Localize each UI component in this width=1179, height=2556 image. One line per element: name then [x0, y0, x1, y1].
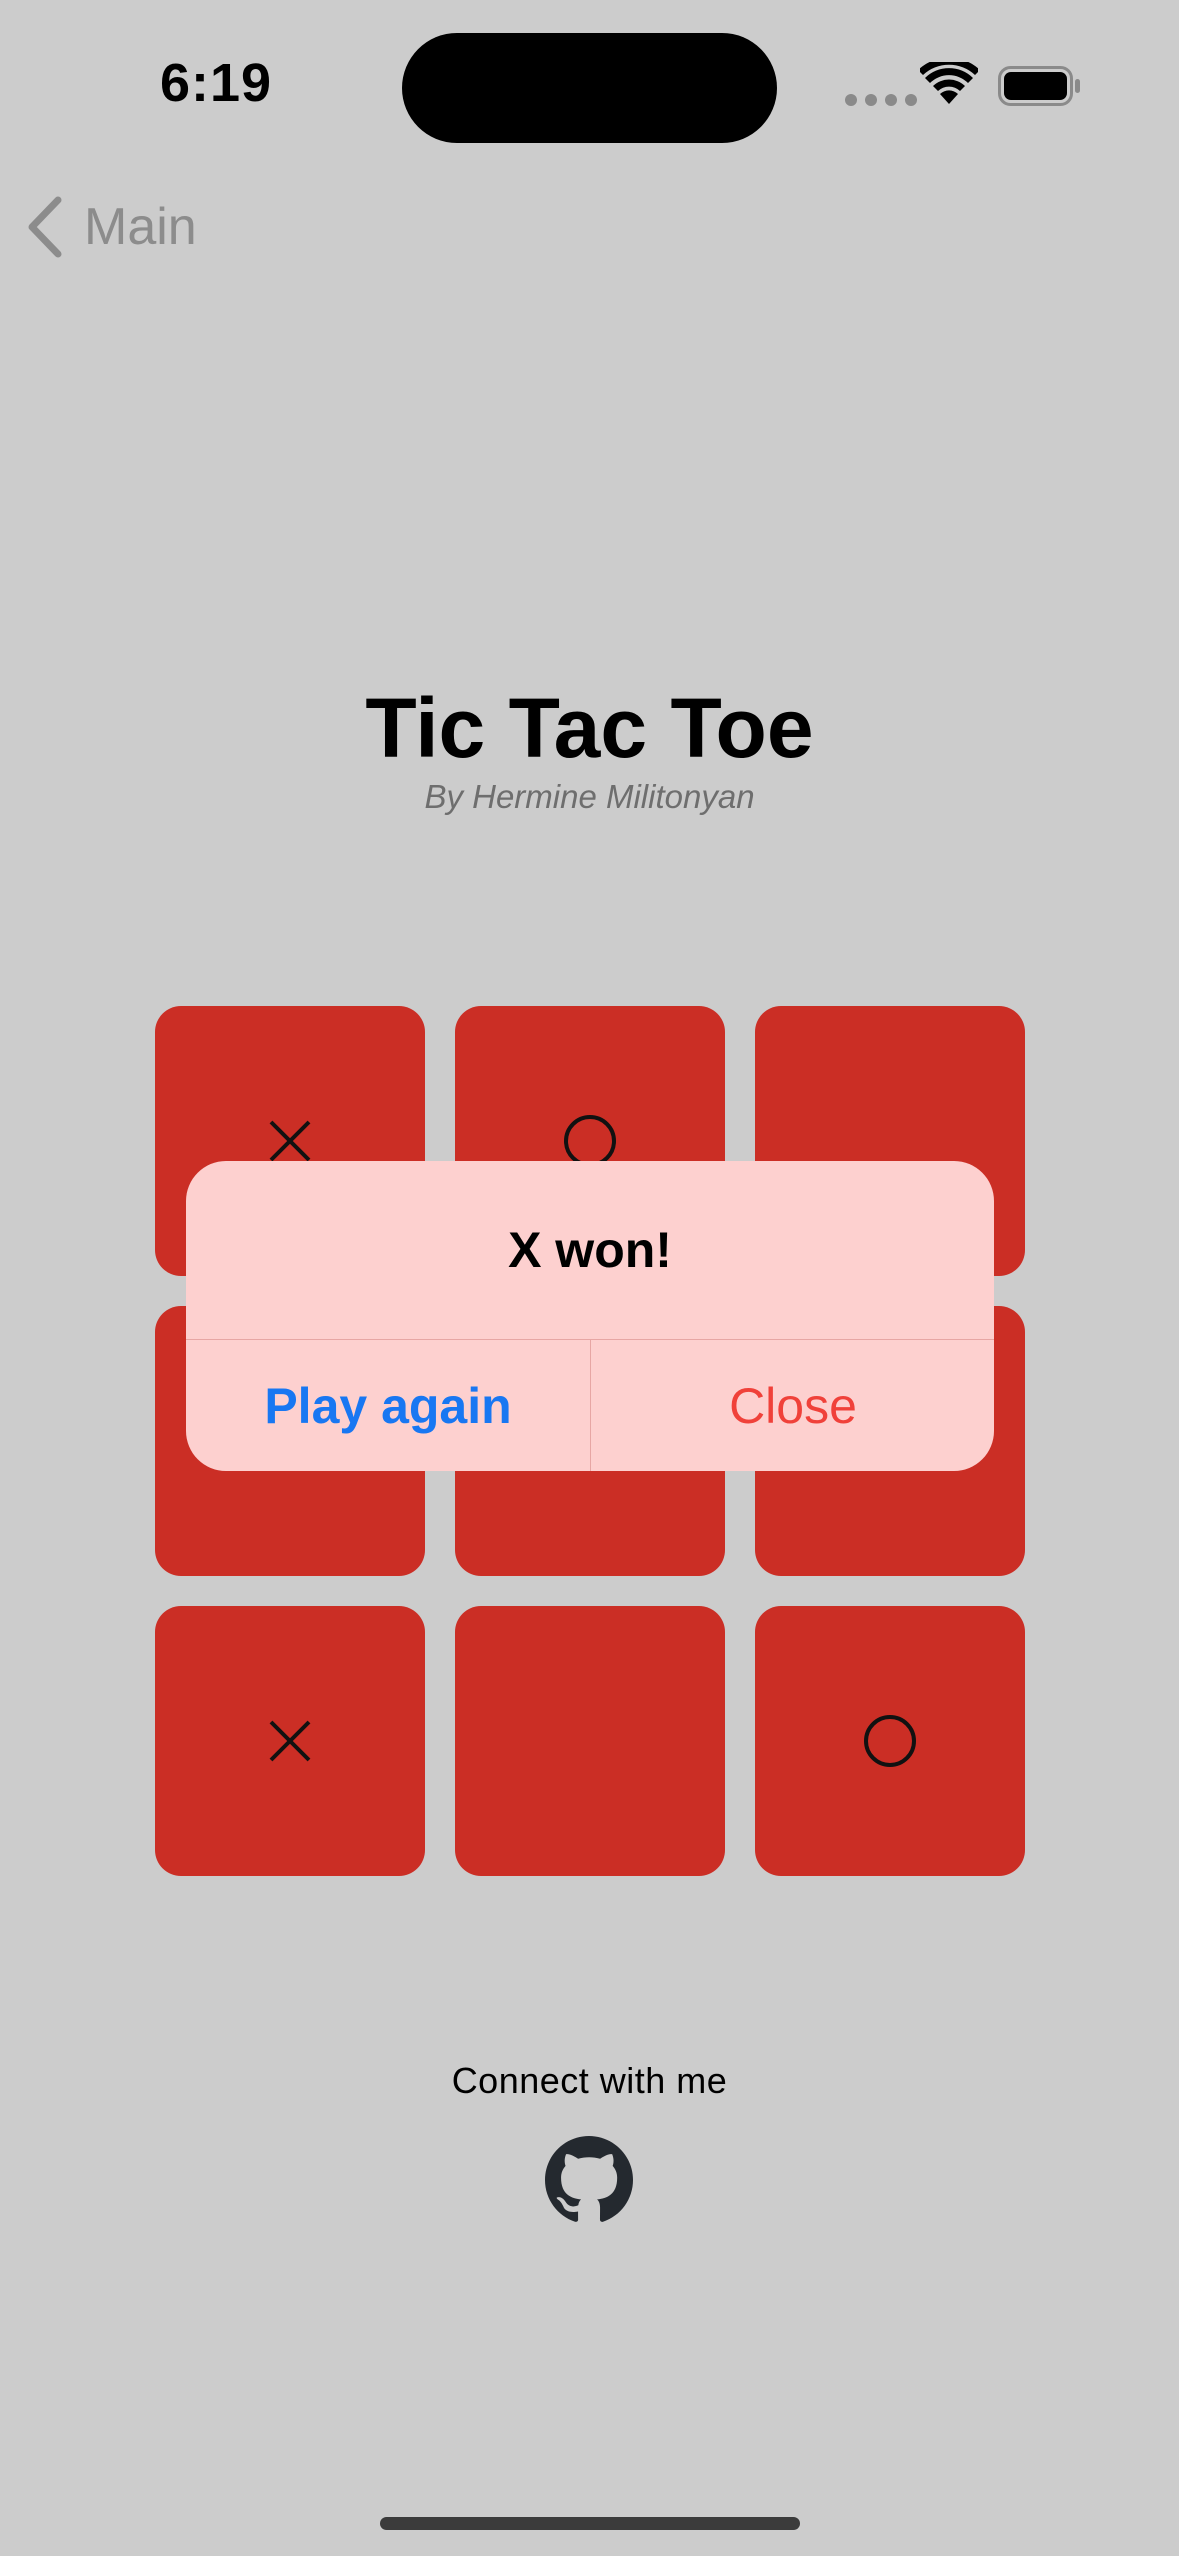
chevron-left-icon: [28, 196, 62, 258]
board-cell-9[interactable]: [755, 1606, 1025, 1876]
connect-label: Connect with me: [451, 2060, 728, 2101]
x-mark-icon: [269, 1720, 311, 1762]
status-time: 6:19: [160, 53, 273, 113]
board-cell-7[interactable]: [155, 1606, 425, 1876]
game-result-alert: X won! Play again Close: [186, 1161, 994, 1471]
close-button[interactable]: Close: [591, 1340, 994, 1471]
board-cell-8[interactable]: [455, 1606, 725, 1876]
back-button[interactable]: Main: [24, 192, 197, 262]
github-icon[interactable]: [545, 2136, 633, 2224]
alert-title: X won!: [508, 1222, 672, 1278]
wifi-icon: [920, 62, 978, 104]
dynamic-island: [402, 33, 777, 143]
battery-icon: [998, 66, 1080, 106]
page-title: Tic Tac Toe: [365, 681, 814, 775]
o-mark-icon: [864, 1715, 916, 1767]
back-button-label: Main: [84, 198, 197, 256]
author-subtitle: By Hermine Militonyan: [424, 778, 755, 815]
play-again-button[interactable]: Play again: [186, 1340, 590, 1471]
cellular-signal-icon: [845, 94, 917, 106]
home-indicator: [380, 2517, 800, 2530]
